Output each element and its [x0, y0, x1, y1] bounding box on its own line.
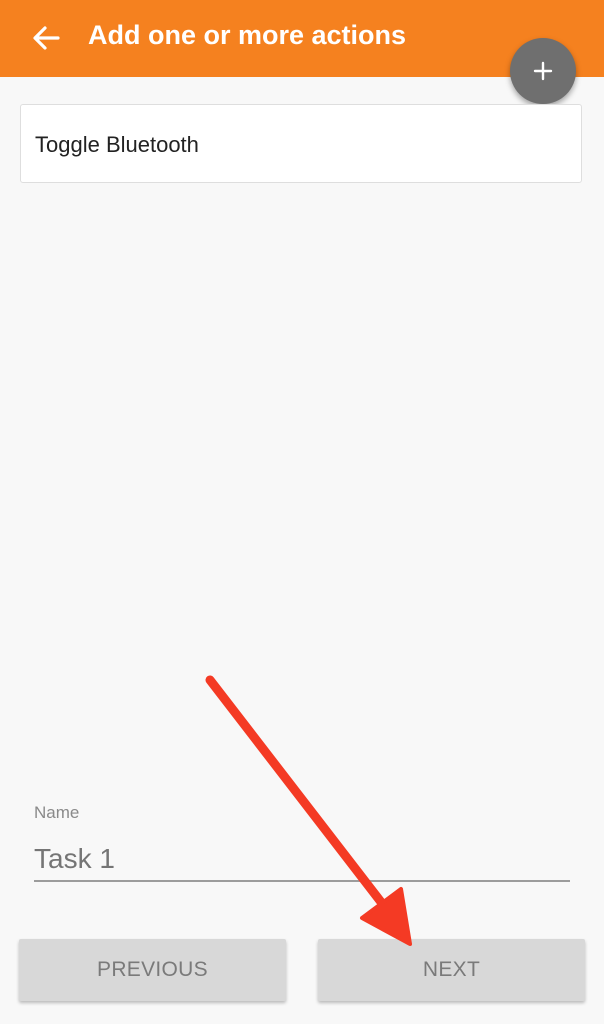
name-field[interactable] — [34, 838, 570, 882]
arrow-left-icon — [33, 26, 60, 50]
back-button[interactable] — [22, 16, 70, 60]
page-title: Add one or more actions — [88, 20, 407, 50]
annotation-arrow-head — [360, 887, 412, 946]
action-item[interactable]: Toggle Bluetooth — [20, 104, 582, 183]
next-button[interactable]: NEXT — [318, 939, 585, 1001]
action-item-label: Toggle Bluetooth — [35, 132, 199, 157]
plus-icon — [533, 61, 553, 81]
previous-button[interactable]: PREVIOUS — [19, 939, 286, 1001]
name-field-label: Name — [34, 803, 80, 822]
add-action-button[interactable] — [510, 38, 576, 104]
